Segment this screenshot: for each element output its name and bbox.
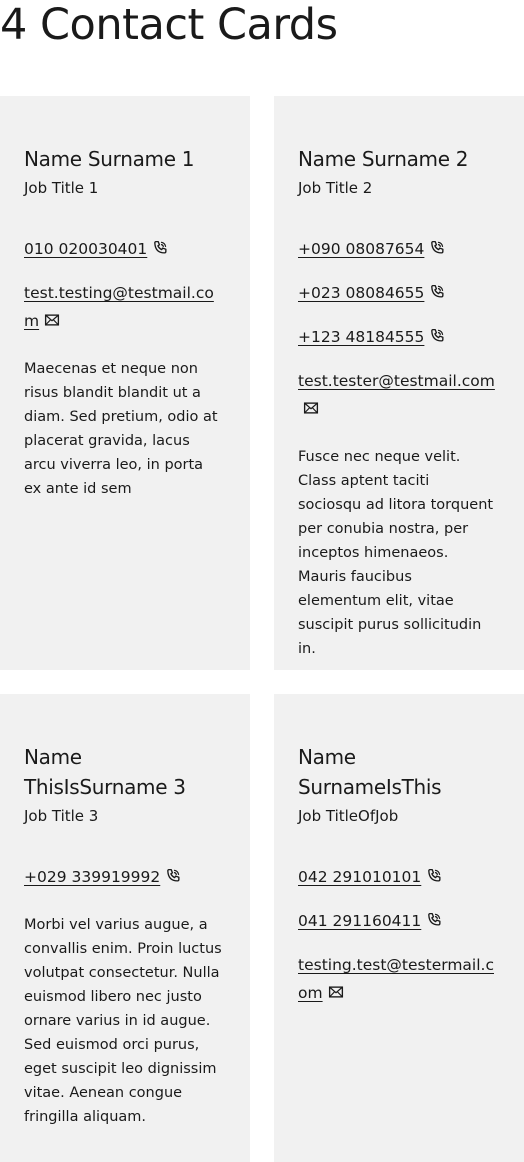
job-title: Job TitleOfJob (298, 807, 399, 825)
phone-link[interactable]: 041 291160411 (298, 912, 421, 930)
contact-details: +029 339919992 (24, 863, 226, 891)
job-title: Job Title 3 (24, 807, 99, 825)
job-title: Job Title 1 (24, 179, 99, 197)
contact-name: Name SurnameIsThis (298, 745, 442, 799)
job-title: Job Title 2 (298, 179, 373, 197)
card-description: Fusce nec neque velit. Class aptent taci… (298, 449, 494, 657)
contact-name: Name ThisIsSurname 3 (24, 745, 186, 799)
phone-link[interactable]: +029 339919992 (24, 868, 160, 886)
phone-row: +090 08087654 (298, 235, 500, 263)
phone-icon (428, 283, 446, 301)
card-description: Morbi vel varius augue, a convallis enim… (24, 917, 222, 1125)
contact-details: 010 020030401 test.testing@testmail.com (24, 235, 226, 335)
phone-icon (151, 239, 169, 257)
phone-row: 010 020030401 (24, 235, 226, 263)
email-row: test.testing@testmail.com (24, 279, 226, 335)
contact-details: +090 08087654 +023 08084655 +123 4818455… (298, 235, 500, 423)
phone-row: 042 291010101 (298, 863, 500, 891)
phone-row: 041 291160411 (298, 907, 500, 935)
phone-icon (164, 867, 182, 885)
phone-link[interactable]: +023 08084655 (298, 284, 424, 302)
contact-name: Name Surname 2 (298, 147, 469, 171)
contact-card: Name Surname 2 Job Title 2 +090 08087654… (274, 96, 524, 670)
card-description: Maecenas et neque non risus blandit blan… (24, 361, 218, 497)
phone-row: +029 339919992 (24, 863, 226, 891)
email-link[interactable]: test.tester@testmail.com (298, 372, 495, 390)
phone-icon (428, 239, 446, 257)
phone-row: +023 08084655 (298, 279, 500, 307)
page-title: 4 Contact Cards (0, 0, 338, 50)
contact-card: Name SurnameIsThis Job TitleOfJob 042 29… (274, 694, 524, 1162)
contact-details: 042 291010101 041 291160411 testing.test… (298, 863, 500, 1007)
phone-link[interactable]: +123 48184555 (298, 328, 424, 346)
phone-icon (425, 911, 443, 929)
phone-row: +123 48184555 (298, 323, 500, 351)
contact-card: Name ThisIsSurname 3 Job Title 3 +029 33… (0, 694, 250, 1162)
envelope-icon (327, 983, 345, 1001)
email-row: testing.test@testermail.com (298, 951, 500, 1007)
envelope-icon (43, 311, 61, 329)
phone-icon (425, 867, 443, 885)
contact-card: Name Surname 1 Job Title 1 010 020030401… (0, 96, 250, 670)
phone-icon (428, 327, 446, 345)
phone-link[interactable]: +090 08087654 (298, 240, 424, 258)
email-row: test.tester@testmail.com (298, 367, 500, 423)
envelope-icon (302, 399, 320, 417)
phone-link[interactable]: 010 020030401 (24, 240, 147, 258)
contact-name: Name Surname 1 (24, 147, 195, 171)
phone-link[interactable]: 042 291010101 (298, 868, 421, 886)
